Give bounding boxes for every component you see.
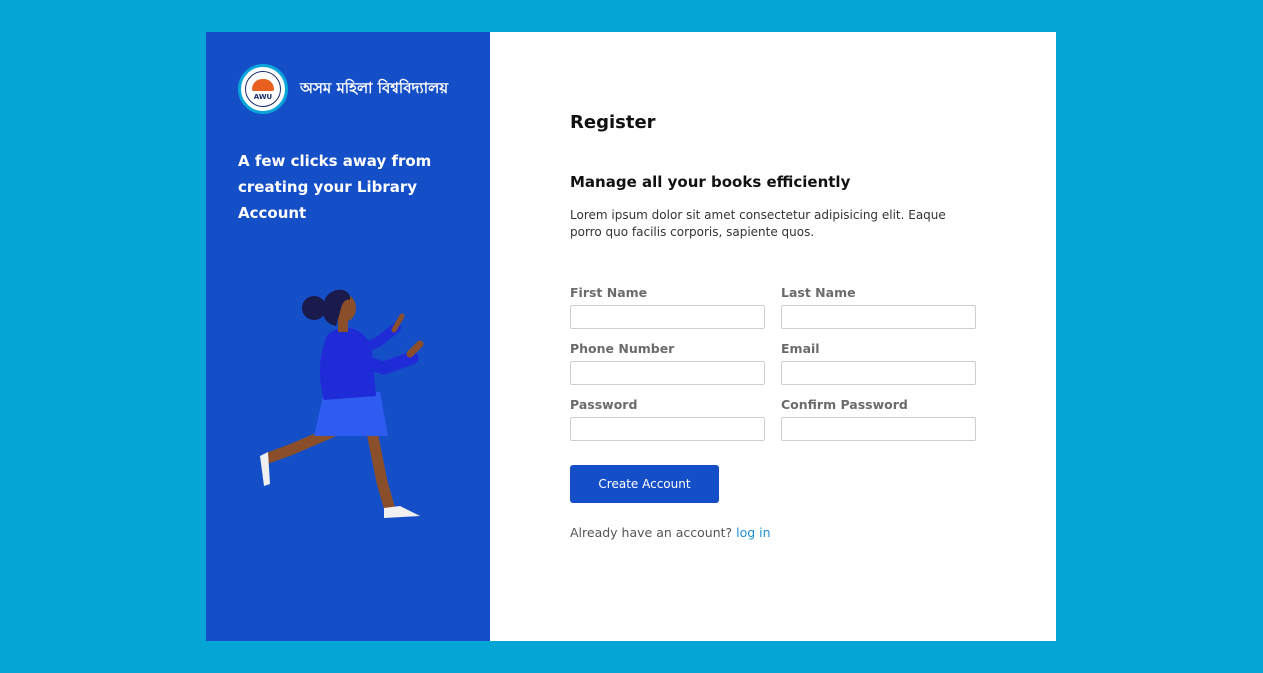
first-name-input[interactable] [570,305,765,329]
email-label: Email [781,341,820,356]
login-link[interactable]: log in [736,525,770,540]
confirm-password-field-group: Confirm Password [781,397,976,441]
email-input[interactable] [781,361,976,385]
phone-input[interactable] [570,361,765,385]
page-title: Register [570,112,656,133]
university-name: অসম মহিলা বিশ্ববিদ্যালয় [300,78,449,97]
password-field-group: Password [570,397,765,441]
last-name-input[interactable] [781,305,976,329]
login-prompt: Already have an account? log in [570,525,1056,540]
create-account-button[interactable]: Create Account [570,465,719,503]
confirm-password-label: Confirm Password [781,397,908,412]
running-woman-illustration [260,289,424,518]
password-input[interactable] [570,417,765,441]
logo-sun-icon [252,79,274,91]
left-panel: AWU অসম মহিলা বিশ্ববিদ্যালয় A few click… [206,32,490,641]
phone-field-group: Phone Number [570,341,765,385]
registration-form: First Name Last Name Phone Number Email … [570,285,1056,441]
confirm-password-input[interactable] [781,417,976,441]
last-name-field-group: Last Name [781,285,976,329]
first-name-field-group: First Name [570,285,765,329]
logo-text: AWU [253,93,273,101]
page-subtitle: Manage all your books efficiently [570,173,851,191]
last-name-label: Last Name [781,285,856,300]
register-card: AWU অসম মহিলা বিশ্ববিদ্যালয় A few click… [206,32,1056,641]
form-panel: Register Manage all your books efficient… [490,32,1056,641]
page-description: Lorem ipsum dolor sit amet consectetur a… [570,208,946,239]
email-field-group: Email [781,341,976,385]
phone-label: Phone Number [570,341,675,356]
password-label: Password [570,397,638,412]
tagline: A few clicks away from creating your Lib… [238,152,432,222]
login-prompt-text: Already have an account? [570,525,737,540]
university-logo: AWU [238,64,288,114]
first-name-label: First Name [570,285,648,300]
brand: AWU অসম মহিলা বিশ্ববিদ্যালয় [238,64,458,114]
